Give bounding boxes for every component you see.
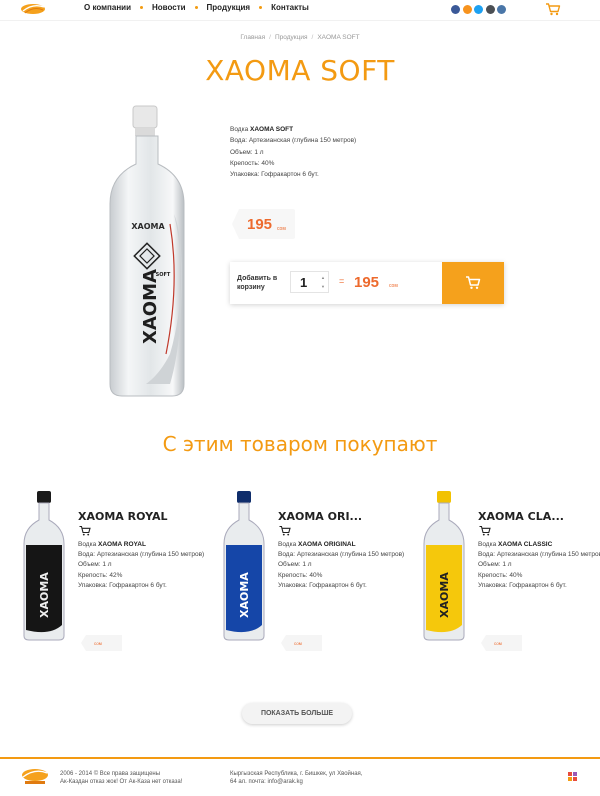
quantity-down-icon[interactable]: ▼: [321, 284, 325, 289]
show-more-button[interactable]: ПОКАЗАТЬ БОЛЬШЕ: [242, 703, 352, 724]
developer-logo-icon[interactable]: [568, 772, 577, 781]
product-bottle-image: ХАОМА SOFT ХАОМА: [109, 105, 185, 397]
footer-divider: [0, 757, 600, 759]
related-price-tag: сом: [80, 634, 124, 652]
related-product-title[interactable]: XAOMA ORI...: [278, 510, 362, 523]
header: О компании Новости Продукция Контакты: [0, 0, 600, 21]
related-section-title: С этим товаром покупают: [162, 432, 438, 456]
spec-strength: Крепость: 40%: [230, 159, 275, 167]
brand-logo[interactable]: [20, 2, 46, 16]
related-bottle-image-classic: ХАОМА: [423, 491, 465, 641]
quantity-stepper[interactable]: 1 ▲ ▼: [290, 271, 329, 293]
main-nav: О компании Новости Продукция Контакты: [84, 3, 309, 12]
related-product-card: ХАОМА XAOMA ORI... Водка XAOMA ORIGINAL …: [220, 490, 410, 660]
social-links: [451, 5, 509, 14]
add-to-cart-panel: Добавить в корзину 1 ▲ ▼ = 195 сом: [230, 262, 504, 304]
breadcrumb-home[interactable]: Главная: [240, 34, 265, 41]
related-product-title[interactable]: XAOMA ROYAL: [78, 510, 168, 523]
svg-text:ХАОМА: ХАОМА: [131, 222, 165, 231]
related-product-specs: Водка XAOMA CLASSIC Вода: Артезианская (…: [478, 541, 600, 589]
svg-text:ХАОМА: ХАОМА: [238, 572, 251, 618]
instagram-icon[interactable]: [485, 5, 495, 14]
twitter-icon[interactable]: [474, 5, 483, 14]
related-product-specs: Водка XAOMA ORIGINAL Вода: Артезианская …: [278, 541, 405, 589]
breadcrumb-current: XAOMA SOFT: [317, 34, 360, 41]
related-product-card: ХАОМА XAOMA ROYAL Водка XAOMA ROYAL Вода…: [20, 490, 210, 660]
spec-volume: Объем: 1 л: [230, 148, 264, 156]
nav-item-news[interactable]: Новости: [152, 3, 186, 12]
related-bottle-image-royal: ХАОМА: [23, 491, 65, 641]
cart-icon[interactable]: [479, 525, 491, 536]
spec-package: Упаковка: Гофракартон 6 бут.: [230, 171, 319, 179]
cart-icon[interactable]: [79, 525, 91, 536]
quantity-value[interactable]: 1: [300, 275, 307, 290]
cart-icon: [466, 276, 481, 289]
related-product-title[interactable]: XAOMA CLA...: [478, 510, 564, 523]
svg-text:ХАОМА: ХАОМА: [140, 269, 161, 344]
price-value: 195: [247, 216, 273, 233]
nav-item-products[interactable]: Продукция: [207, 3, 251, 12]
footer-logo: [22, 769, 48, 784]
svg-text:ХАОМА: ХАОМА: [438, 572, 451, 618]
add-to-cart-label: Добавить в корзину: [237, 275, 278, 291]
related-bottle-image-original: ХАОМА: [223, 491, 265, 641]
cart-icon[interactable]: [545, 2, 561, 16]
nav-item-contacts[interactable]: Контакты: [271, 3, 309, 12]
total-currency: сом: [389, 283, 398, 289]
odnoklassniki-icon[interactable]: [462, 5, 472, 14]
svg-text:ХАОМА: ХАОМА: [38, 572, 51, 618]
footer-copyright: 2006 - 2014 © Все права защищены Ак-Казд…: [60, 771, 183, 785]
facebook-icon[interactable]: [451, 5, 460, 14]
price-tag: 195 сом: [231, 207, 297, 241]
total-price: 195: [354, 274, 380, 291]
equals-sign: =: [339, 276, 345, 286]
product-specs: Водка XAOMA SOFT Вода: Артезианская (глу…: [230, 124, 356, 180]
breadcrumb-products[interactable]: Продукция: [275, 34, 308, 41]
price-currency: сом: [277, 226, 286, 232]
nav-item-about[interactable]: О компании: [84, 3, 131, 12]
header-divider: [0, 20, 600, 21]
related-product-specs: Водка XAOMA ROYAL Вода: Артезианская (гл…: [78, 541, 205, 589]
spec-water: Вода: Артезианская (глубина 150 метров): [230, 137, 357, 145]
breadcrumb: Главная / Продукция / XAOMA SOFT: [240, 34, 360, 41]
add-to-cart-button[interactable]: [442, 262, 504, 304]
nav-separator: [140, 6, 143, 9]
spec-name: Водка XAOMA SOFT: [230, 126, 294, 133]
cart-icon[interactable]: [279, 525, 291, 536]
page-title: XAOMA SOFT: [205, 54, 395, 87]
related-price-tag: сом: [480, 634, 524, 652]
nav-separator: [259, 6, 263, 9]
nav-separator: [194, 6, 198, 9]
footer-address: Кыргызская Республика, г. Бишкек, ул Хво…: [230, 771, 363, 785]
related-price-tag: сом: [280, 634, 324, 652]
vk-icon[interactable]: [497, 5, 506, 14]
related-product-card: ХАОМА XAOMA CLA... Водка XAOMA CLASSIC В…: [420, 490, 600, 660]
quantity-up-icon[interactable]: ▲: [321, 275, 325, 280]
